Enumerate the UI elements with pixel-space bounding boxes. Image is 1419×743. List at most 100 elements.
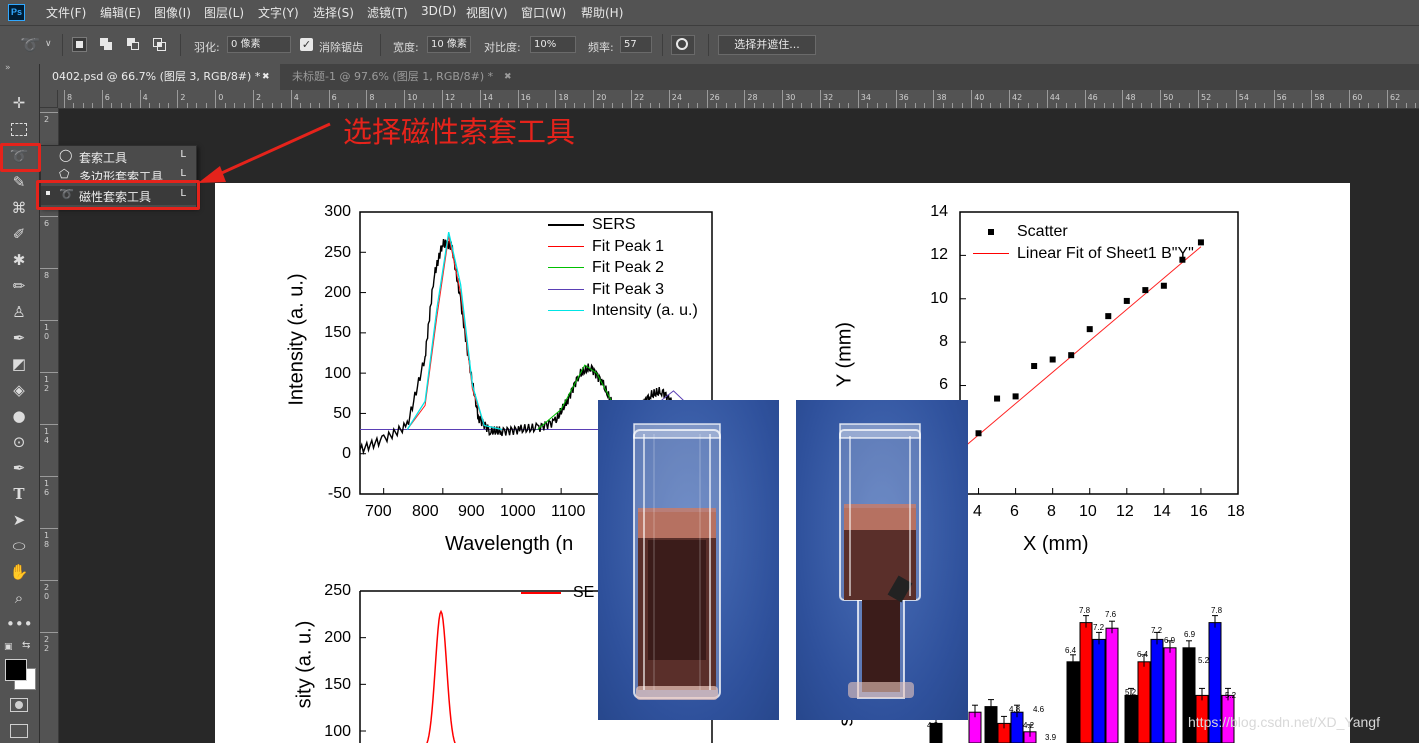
ruler-tick: [631, 90, 632, 108]
menu-image[interactable]: 图像(I): [154, 4, 191, 21]
ruler-minor-tick: [914, 103, 916, 108]
frequency-input[interactable]: 57: [620, 36, 652, 53]
ruler-minor-tick: [876, 103, 878, 108]
paint-bucket-tool[interactable]: ◈: [6, 379, 32, 401]
ruler-minor-tick: [583, 103, 585, 108]
frequency-label: 频率:: [588, 41, 614, 54]
ruler-minor-tick: [942, 103, 944, 108]
divider: [62, 34, 63, 56]
feather-input[interactable]: 0 像素: [227, 36, 291, 53]
ruler-label: 58: [1314, 93, 1325, 102]
pen-tool[interactable]: ✒: [6, 457, 32, 479]
path-selection-tool[interactable]: ➤: [6, 509, 32, 531]
close-icon[interactable]: ✖: [504, 64, 512, 90]
screen-mode-button[interactable]: [10, 724, 28, 738]
ruler-minor-tick: [564, 103, 566, 108]
tab-untitled-1[interactable]: 未标题-1 @ 97.6% (图层 1, RGB/8#) * ✖: [280, 64, 520, 90]
eraser-tool[interactable]: ◩: [6, 353, 32, 375]
ruler-horizontal[interactable]: 8 6 4 2 0 2 4 6 8 10 12 14 16 18 20 22 24 26 28 30 32 34 36 38 4…: [58, 90, 1419, 109]
history-brush-tool[interactable]: ✒: [6, 327, 32, 349]
width-input[interactable]: 10 像素: [427, 36, 471, 53]
marquee-tool[interactable]: [6, 118, 32, 140]
ruler-minor-tick: [602, 103, 604, 108]
menu-view[interactable]: 视图(V): [466, 4, 508, 21]
ruler-label: 60: [1352, 93, 1363, 102]
menu-edit[interactable]: 编辑(E): [100, 4, 141, 21]
x-tick-label: 900: [458, 503, 485, 520]
subtract-from-selection-button[interactable]: [126, 37, 141, 52]
ruler-minor-tick: [1179, 103, 1181, 108]
blur-tool[interactable]: ●: [6, 405, 32, 427]
menu-filter[interactable]: 滤镜(T): [367, 4, 408, 21]
ruler-minor-tick: [886, 103, 888, 108]
intersect-selection-button[interactable]: [152, 37, 167, 52]
document-canvas[interactable]: Intensity (a. u.) Wavelength (n 300 250 …: [215, 183, 1350, 743]
clone-stamp-tool[interactable]: ♙: [6, 301, 32, 323]
document-tab-bar: 0402.psd @ 66.7% (图层 3, RGB/8#) * ✖ 未标题-…: [40, 64, 1419, 90]
watermark: https://blog.csdn.net/XD_Yangf: [1188, 714, 1380, 730]
lasso-tool-option[interactable]: ◯ 套索工具 L: [41, 147, 196, 166]
crop-tool[interactable]: ⌘: [6, 197, 32, 219]
scatter-legend: Scatter Linear Fit of Sheet1 B"Y": [973, 221, 1194, 265]
menu-3d[interactable]: 3D(D): [421, 4, 456, 18]
menu-help[interactable]: 帮助(H): [581, 4, 623, 21]
new-selection-button[interactable]: [72, 37, 87, 52]
bar-value-label: 6.9: [1164, 636, 1176, 645]
healing-brush-tool[interactable]: ✱: [6, 249, 32, 271]
quick-mask-button[interactable]: [10, 698, 28, 712]
foreground-color-swatch[interactable]: [5, 659, 27, 681]
menu-layer[interactable]: 图层(L): [204, 4, 244, 21]
ruler-minor-tick: [1254, 103, 1256, 108]
chevron-down-icon[interactable]: ∨: [45, 39, 52, 49]
close-icon[interactable]: ✖: [262, 64, 270, 90]
menu-file[interactable]: 文件(F): [46, 4, 86, 21]
ruler-tick: [366, 90, 368, 108]
menu-select[interactable]: 选择(S): [313, 4, 354, 21]
quick-selection-tool[interactable]: ✎: [6, 171, 32, 193]
ruler-minor-tick: [697, 103, 699, 108]
menu-window[interactable]: 窗口(W): [521, 4, 566, 21]
dodge-tool[interactable]: ⊙: [6, 431, 32, 453]
bar-value-label: 4.2: [927, 721, 939, 730]
ruler-label: 8: [67, 93, 73, 102]
divider: [662, 34, 663, 56]
scatter-point: [1049, 356, 1056, 363]
series-line-1: [406, 236, 503, 430]
contrast-input[interactable]: 10%: [530, 36, 576, 53]
move-tool[interactable]: ✛: [6, 92, 32, 114]
edit-toolbar-button[interactable]: •••: [6, 613, 33, 635]
eyedropper-tool[interactable]: ✐: [6, 223, 32, 245]
cuvette-photo-2[interactable]: [796, 400, 968, 720]
brush-icon: ✏: [12, 277, 26, 295]
zoom-tool[interactable]: ⌕: [6, 587, 32, 609]
ruler-minor-tick: [1405, 103, 1407, 108]
select-and-mask-button[interactable]: 选择并遮住...: [718, 35, 816, 55]
ruler-minor-tick: [753, 103, 755, 108]
ruler-origin[interactable]: [40, 90, 58, 108]
ruler-minor-tick: [338, 103, 340, 108]
type-tool[interactable]: T: [6, 483, 32, 505]
panel-collapse-icon[interactable]: »: [5, 63, 11, 73]
ruler-label: 1 6: [44, 479, 50, 497]
brush-tool[interactable]: ✏: [6, 275, 32, 297]
ruler-tick: [1122, 90, 1124, 108]
stylus-pressure-button[interactable]: [671, 35, 695, 55]
tab-0402-psd[interactable]: 0402.psd @ 66.7% (图层 3, RGB/8#) * ✖: [40, 64, 280, 90]
add-to-selection-button[interactable]: [99, 37, 114, 52]
antialias-checkbox[interactable]: ✓: [300, 38, 313, 51]
scatter-point: [1197, 239, 1204, 246]
cuvette-photo-1[interactable]: [598, 400, 779, 720]
tab-title: 未标题-1 @ 97.6% (图层 1, RGB/8#) *: [292, 70, 494, 83]
ruler-minor-tick: [1264, 103, 1266, 108]
ruler-minor-tick: [952, 103, 954, 108]
arrow-cursor-icon: ➤: [12, 511, 26, 529]
swap-colors-icon[interactable]: ⇆: [22, 640, 30, 651]
ellipse-tool[interactable]: ⬭: [6, 535, 32, 557]
hand-tool[interactable]: ✋: [6, 561, 32, 583]
menu-type[interactable]: 文字(Y): [258, 4, 299, 21]
magnetic-lasso-preset-icon[interactable]: ➰: [20, 35, 40, 54]
ruler-minor-tick: [432, 103, 434, 108]
ruler-minor-tick: [867, 103, 869, 108]
default-colors-icon[interactable]: ▣: [4, 642, 13, 652]
x-tick-label: 16: [1190, 503, 1208, 520]
